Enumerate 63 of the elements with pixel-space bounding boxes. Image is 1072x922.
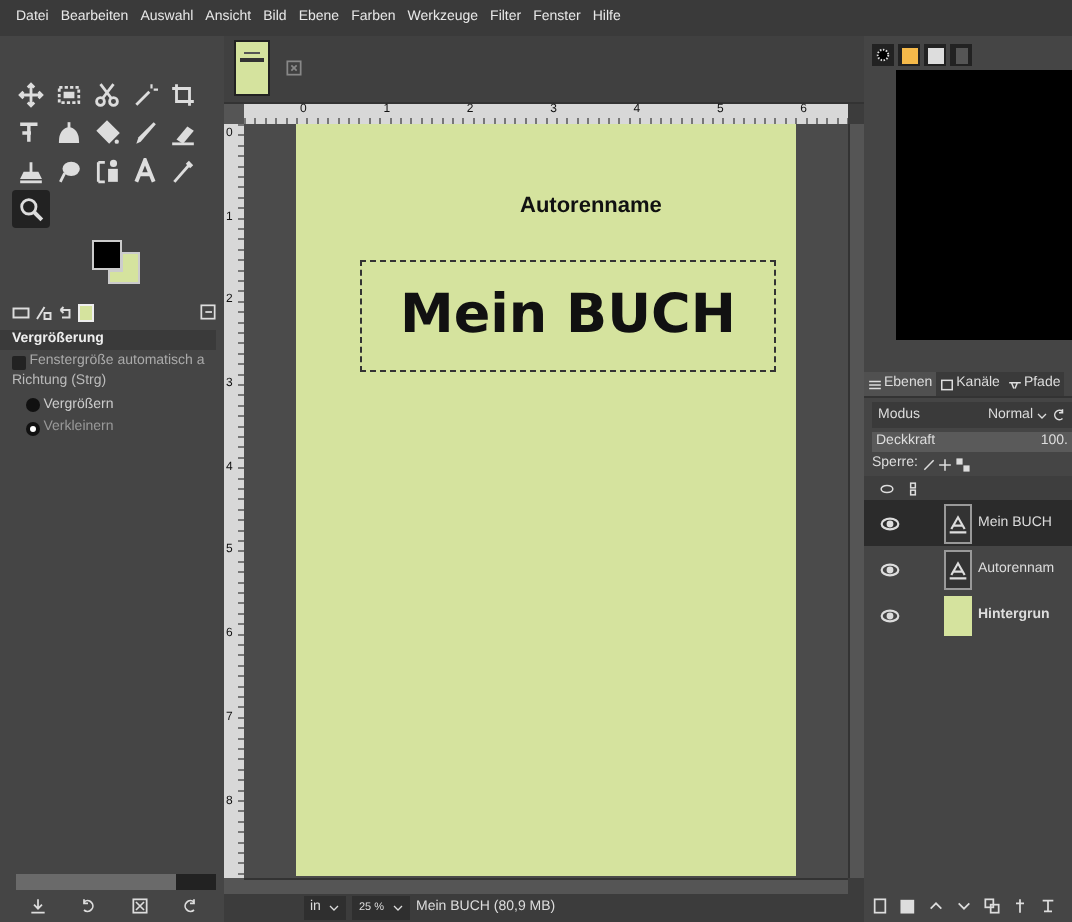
pattern-icon[interactable] — [901, 47, 917, 63]
save-icon[interactable] — [29, 898, 46, 914]
caret-icon — [1036, 409, 1049, 422]
foreground-color-swatch[interactable] — [92, 240, 122, 270]
checker-icon[interactable] — [956, 457, 971, 472]
move-icon[interactable] — [938, 457, 953, 472]
eye-icon[interactable] — [880, 605, 900, 626]
scissors-icon[interactable] — [94, 82, 120, 108]
checkbox[interactable] — [12, 355, 26, 370]
chain-icon — [906, 481, 920, 496]
text-tool-icon[interactable] — [132, 158, 158, 184]
wand-icon[interactable] — [132, 82, 158, 108]
horizontal-scrollbar[interactable] — [244, 878, 848, 894]
close-icon[interactable] — [286, 60, 302, 76]
scrollbar[interactable] — [16, 874, 216, 890]
lasso-icon[interactable] — [56, 158, 82, 184]
channels-icon — [940, 377, 955, 392]
layer-group-icon[interactable] — [900, 898, 916, 914]
eye-icon — [880, 481, 894, 496]
title-text: Mein BUCH — [400, 283, 736, 349]
panel-menu-icon[interactable] — [200, 304, 216, 320]
rectangle-select-icon[interactable] — [56, 82, 82, 108]
move-tool-icon[interactable] — [18, 82, 44, 108]
text-box[interactable]: Mein BUCH — [360, 260, 776, 373]
pencil-icon[interactable] — [921, 457, 936, 472]
bell-icon[interactable] — [56, 120, 82, 146]
caret-icon — [328, 902, 341, 914]
layers-icon — [868, 377, 882, 392]
text-layer-thumbnail — [944, 549, 972, 590]
crop-icon[interactable] — [170, 82, 196, 108]
paths-icon — [1007, 377, 1022, 392]
caret-icon — [392, 902, 404, 914]
radio-button[interactable] — [26, 398, 40, 413]
undo-history-icon[interactable] — [56, 303, 74, 321]
tool-options-icon[interactable] — [12, 303, 30, 321]
radio-button[interactable] — [26, 421, 40, 436]
images-tab-icon[interactable] — [78, 303, 94, 321]
text-layer-thumbnail — [944, 503, 972, 544]
ruler-corner — [224, 104, 244, 124]
delete-icon[interactable] — [131, 898, 148, 914]
eye-icon[interactable] — [880, 513, 900, 534]
duplicate-icon[interactable] — [984, 898, 1000, 914]
vertical-scrollbar[interactable] — [848, 124, 864, 878]
stamp-icon[interactable] — [18, 158, 44, 184]
reset-icon[interactable] — [1052, 408, 1066, 423]
background-color-swatch[interactable] — [108, 252, 140, 284]
layer-thumbnail — [944, 595, 972, 636]
brush-icon[interactable] — [132, 120, 158, 146]
image-thumbnail[interactable] — [234, 40, 270, 96]
restore-icon[interactable] — [80, 898, 97, 914]
color-picker-icon[interactable] — [170, 158, 196, 184]
new-layer-icon[interactable] — [872, 898, 888, 914]
transform-tool-icon[interactable] — [18, 120, 44, 146]
reset-icon[interactable] — [182, 898, 199, 914]
lower-icon[interactable] — [956, 898, 972, 914]
raise-icon[interactable] — [928, 898, 944, 914]
eye-icon[interactable] — [880, 559, 900, 580]
zoom-icon[interactable] — [18, 196, 44, 222]
brush-shape-icon[interactable] — [874, 46, 892, 64]
gradient-icon[interactable] — [927, 47, 943, 63]
bucket-icon[interactable] — [94, 120, 120, 146]
device-status-icon[interactable] — [34, 303, 52, 321]
author-text: Autorenname — [520, 194, 662, 221]
